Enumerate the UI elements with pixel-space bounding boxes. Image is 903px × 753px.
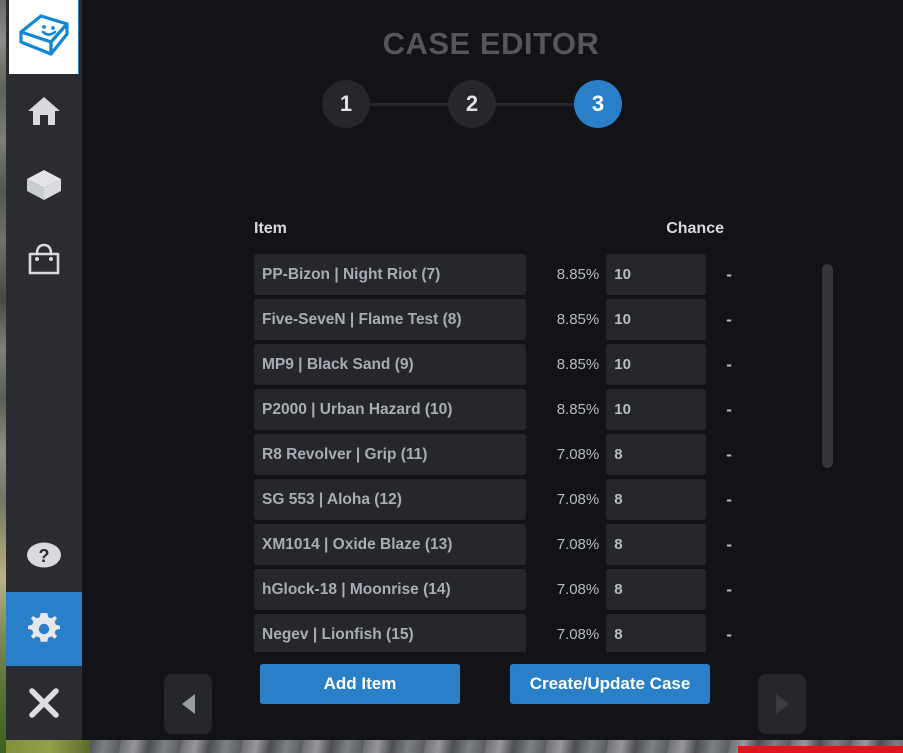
create-update-case-button[interactable]: Create/Update Case: [510, 664, 710, 704]
table-row: R8 Revolver | Grip (11) 7.08% -: [254, 432, 740, 477]
home-icon: [28, 97, 60, 125]
column-header-item: Item: [254, 220, 287, 237]
remove-item-button[interactable]: -: [718, 310, 740, 330]
stepper-step-3[interactable]: 3: [574, 80, 622, 128]
table-row: Five-SeveN | Flame Test (8) 8.85% -: [254, 297, 740, 342]
item-name-field[interactable]: R8 Revolver | Grip (11): [254, 434, 527, 475]
remove-item-button[interactable]: -: [718, 535, 740, 555]
box-icon: [27, 170, 61, 200]
prev-arrow-icon: [181, 694, 195, 714]
item-chance-percent: 7.08%: [556, 446, 600, 463]
remove-item-button[interactable]: -: [718, 490, 740, 510]
table-row: Negev | Lionfish (15) 7.08% -: [254, 612, 740, 652]
table-row: hGlock-18 | Moonrise (14) 7.08% -: [254, 567, 740, 612]
item-chance-input[interactable]: [606, 479, 707, 520]
svg-text:?: ?: [39, 546, 50, 566]
item-chance-percent: 7.08%: [556, 626, 600, 643]
sidebar-item-settings[interactable]: [6, 592, 82, 666]
item-name-field[interactable]: P2000 | Urban Hazard (10): [254, 389, 527, 430]
table-row: PP-Bizon | Night Riot (7) 8.85% -: [254, 252, 740, 297]
item-chance-input[interactable]: [606, 254, 707, 295]
item-name-field[interactable]: Negev | Lionfish (15): [254, 614, 527, 652]
prev-page-button[interactable]: [164, 674, 212, 734]
stepper-step-2[interactable]: 2: [448, 80, 496, 128]
sidebar: ?: [6, 0, 82, 740]
remove-item-button[interactable]: -: [718, 355, 740, 375]
item-list-scrollbar-thumb[interactable]: [822, 264, 833, 468]
table-row: P2000 | Urban Hazard (10) 8.85% -: [254, 387, 740, 432]
remove-item-button[interactable]: -: [718, 265, 740, 285]
sidebar-item-close[interactable]: [6, 666, 82, 740]
table-row: MP9 | Black Sand (9) 8.85% -: [254, 342, 740, 387]
remove-item-button[interactable]: -: [718, 625, 740, 645]
item-chance-input[interactable]: [606, 389, 707, 430]
stepper-step-1[interactable]: 1: [322, 80, 370, 128]
remove-item-button[interactable]: -: [718, 445, 740, 465]
main-content: CASE EDITOR 1 2 3 Item Chance PP-Bizon |…: [82, 0, 903, 740]
sidebar-item-help[interactable]: ?: [6, 518, 82, 592]
page-title: CASE EDITOR: [382, 26, 600, 61]
item-chance-percent: 7.08%: [556, 491, 600, 508]
item-name-field[interactable]: SG 553 | Aloha (12): [254, 479, 527, 520]
remove-item-button[interactable]: -: [718, 400, 740, 420]
table-row: XM1014 | Oxide Blaze (13) 7.08% -: [254, 522, 740, 567]
sidebar-item-shop[interactable]: [6, 222, 82, 296]
item-chance-percent: 8.85%: [556, 401, 600, 418]
item-chance-input[interactable]: [606, 344, 707, 385]
item-chance-percent: 7.08%: [556, 581, 600, 598]
item-chance-percent: 8.85%: [556, 311, 600, 328]
item-chance-input[interactable]: [606, 434, 707, 475]
item-chance-input[interactable]: [606, 569, 707, 610]
item-chance-percent: 8.85%: [556, 356, 600, 373]
app-window: ? CASE EDITOR 1 2 3 Item Chance PP-Bizon…: [0, 0, 903, 753]
stepper: 1 2 3: [322, 80, 622, 128]
keycap-smiley-logo-icon: [18, 14, 69, 56]
desktop-wallpaper-left: [0, 0, 6, 753]
bag-icon: [28, 243, 60, 275]
table-header: Item Chance: [254, 220, 724, 238]
item-rows-list: PP-Bizon | Night Riot (7)8.85%-Five-Seve…: [254, 252, 740, 652]
sidebar-item-cases[interactable]: [6, 148, 82, 222]
column-header-chance: Chance: [666, 220, 724, 237]
item-name-field[interactable]: PP-Bizon | Night Riot (7): [254, 254, 527, 295]
next-page-button[interactable]: [758, 674, 806, 734]
item-chance-percent: 8.85%: [556, 266, 600, 283]
item-chance-input[interactable]: [606, 614, 707, 652]
sidebar-logo[interactable]: [9, 0, 79, 74]
taskbar-red-indicator: [738, 746, 903, 753]
gear-icon: [27, 613, 60, 642]
item-name-field[interactable]: hGlock-18 | Moonrise (14): [254, 569, 527, 610]
item-name-field[interactable]: XM1014 | Oxide Blaze (13): [254, 524, 527, 565]
item-name-field[interactable]: Five-SeveN | Flame Test (8): [254, 299, 527, 340]
add-item-button[interactable]: Add Item: [260, 664, 460, 704]
next-arrow-icon: [775, 694, 789, 714]
item-chance-input[interactable]: [606, 299, 707, 340]
item-chance-percent: 7.08%: [556, 536, 600, 553]
help-icon: ?: [27, 542, 61, 568]
table-row: SG 553 | Aloha (12) 7.08% -: [254, 477, 740, 522]
remove-item-button[interactable]: -: [718, 580, 740, 600]
item-chance-input[interactable]: [606, 524, 707, 565]
item-name-field[interactable]: MP9 | Black Sand (9): [254, 344, 527, 385]
close-icon: [29, 688, 59, 718]
sidebar-item-home[interactable]: [6, 74, 82, 148]
